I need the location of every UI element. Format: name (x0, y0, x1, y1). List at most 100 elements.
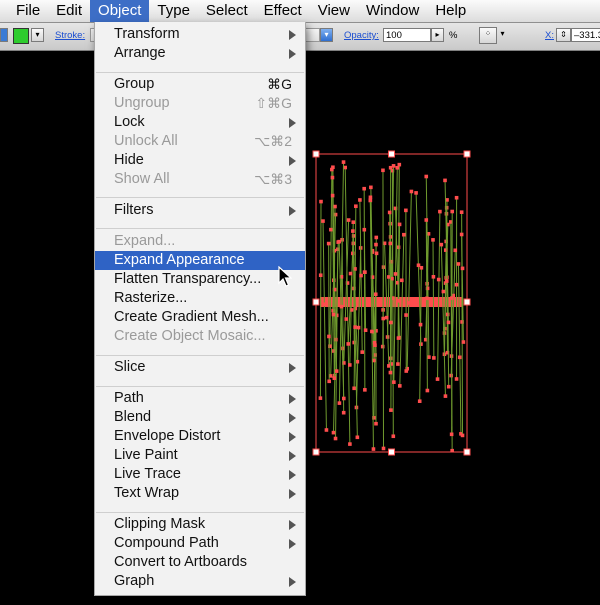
menu-item-clipping-mask[interactable]: Clipping Mask (95, 515, 305, 534)
menu-item-graph[interactable]: Graph (95, 572, 305, 591)
resize-handle[interactable] (389, 151, 395, 157)
anchor-point (404, 209, 408, 213)
anchor-point (348, 363, 352, 367)
anchor-point (325, 428, 329, 432)
menu-item-hide[interactable]: Hide (95, 151, 305, 170)
anchor-point (359, 274, 363, 278)
anchor-point (358, 198, 362, 202)
anchor-point (447, 385, 451, 389)
menu-help[interactable]: Help (427, 0, 474, 22)
reference-chevron-icon[interactable]: ▾ (498, 28, 507, 42)
menu-item-flatten-transparency[interactable]: Flatten Transparency... (95, 270, 305, 289)
opacity-arrow-icon[interactable]: ▸ (431, 28, 444, 42)
resize-handle[interactable] (464, 299, 470, 305)
anchor-point (344, 317, 348, 321)
menu-item-live-trace[interactable]: Live Trace (95, 465, 305, 484)
anchor-point (404, 369, 408, 373)
stroke-style-chevron-icon[interactable]: ▾ (320, 28, 333, 42)
anchor-point (462, 340, 466, 344)
art-line (438, 212, 440, 380)
mouse-pointer-icon (278, 266, 292, 288)
fill-chevron-down-icon[interactable]: ▾ (31, 28, 44, 42)
x-stepper-icon[interactable]: ⇕ (556, 28, 571, 42)
menu-separator (96, 228, 304, 229)
resize-handle[interactable] (313, 151, 319, 157)
fill-dropdown-icon[interactable] (0, 28, 8, 42)
menu-effect[interactable]: Effect (256, 0, 310, 22)
anchor-point (356, 435, 360, 439)
anchor-point (389, 371, 393, 375)
menu-file[interactable]: File (0, 0, 48, 22)
menu-item-rasterize[interactable]: Rasterize... (95, 289, 305, 308)
x-input[interactable]: –331.3 (571, 28, 600, 42)
anchor-point (360, 350, 364, 354)
anchor-point (346, 342, 350, 346)
submenu-arrow-icon (289, 49, 296, 59)
anchor-point (436, 377, 440, 381)
menu-bar: File Edit Object Type Select Effect View… (0, 0, 600, 23)
anchor-point (351, 229, 355, 233)
menu-object[interactable]: Object (90, 0, 149, 22)
menu-item-label: Slice (114, 358, 145, 377)
opacity-input[interactable]: 100 (383, 28, 431, 42)
menu-separator (96, 512, 304, 513)
anchor-point (357, 326, 361, 330)
menu-item-group[interactable]: Group⌘G (95, 75, 305, 94)
menu-item-transform[interactable]: Transform (95, 25, 305, 44)
anchor-point (395, 166, 399, 170)
menu-item-label: Rasterize... (114, 289, 187, 308)
resize-handle[interactable] (389, 449, 395, 455)
x-label[interactable]: X: (545, 30, 554, 41)
menu-item-shortcut: ⇧⌘G (255, 94, 292, 113)
anchor-point (338, 401, 342, 405)
anchor-point (331, 176, 335, 180)
submenu-arrow-icon (289, 394, 296, 404)
menu-window[interactable]: Window (358, 0, 427, 22)
menu-item-expand-appearance[interactable]: Expand Appearance (95, 251, 305, 270)
stroke-label[interactable]: Stroke: (55, 30, 85, 41)
anchor-point (443, 179, 447, 183)
anchor-point (327, 380, 331, 384)
menu-type[interactable]: Type (149, 0, 198, 22)
resize-handle[interactable] (464, 449, 470, 455)
anchor-point (363, 270, 367, 274)
menu-item-convert-to-artboards[interactable]: Convert to Artboards (95, 553, 305, 572)
anchor-point (334, 437, 338, 441)
anchor-point (385, 316, 389, 320)
anchor-point (398, 223, 402, 227)
menu-item-lock[interactable]: Lock (95, 113, 305, 132)
menu-item-compound-path[interactable]: Compound Path (95, 534, 305, 553)
resize-handle[interactable] (313, 299, 319, 305)
opacity-label[interactable]: Opacity: (344, 30, 379, 41)
menu-item-blend[interactable]: Blend (95, 408, 305, 427)
resize-handle[interactable] (313, 449, 319, 455)
menu-item-slice[interactable]: Slice (95, 358, 305, 377)
anchor-point (323, 302, 327, 306)
reference-point-icon[interactable]: ⁘ (479, 27, 497, 44)
resize-handle[interactable] (464, 151, 470, 157)
menu-item-envelope-distort[interactable]: Envelope Distort (95, 427, 305, 446)
anchor-point (396, 362, 400, 366)
menu-item-label: Hide (114, 151, 144, 170)
fill-swatch[interactable] (13, 28, 29, 44)
anchor-point (362, 187, 366, 191)
anchor-point (363, 388, 367, 392)
anchor-point (351, 220, 355, 224)
menu-separator (96, 355, 304, 356)
menu-item-path[interactable]: Path (95, 389, 305, 408)
menu-item-shortcut: ⌘G (267, 75, 292, 94)
menu-item-label: Arrange (114, 44, 166, 63)
anchor-point (414, 191, 418, 195)
submenu-arrow-icon (289, 539, 296, 549)
menu-item-text-wrap[interactable]: Text Wrap (95, 484, 305, 503)
anchor-point (354, 204, 358, 208)
menu-item-filters[interactable]: Filters (95, 201, 305, 220)
menu-edit[interactable]: Edit (48, 0, 90, 22)
menu-item-create-gradient-mesh[interactable]: Create Gradient Mesh... (95, 308, 305, 327)
anchor-point (400, 278, 404, 282)
menu-item-arrange[interactable]: Arrange (95, 44, 305, 63)
menu-item-live-paint[interactable]: Live Paint (95, 446, 305, 465)
menu-view[interactable]: View (310, 0, 358, 22)
menu-select[interactable]: Select (198, 0, 256, 22)
anchor-point (445, 279, 449, 283)
